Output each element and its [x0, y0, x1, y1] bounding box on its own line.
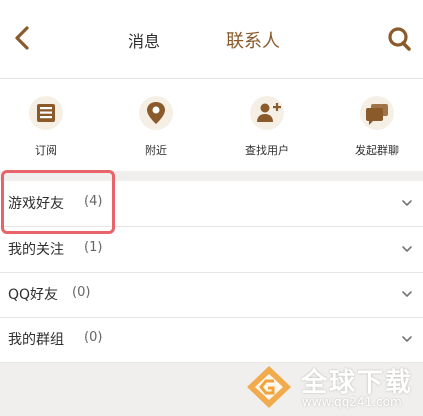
chevron-left-icon[interactable]	[10, 24, 34, 52]
tab-contacts[interactable]: 联系人	[226, 27, 280, 53]
group-chat-icon	[366, 104, 388, 125]
watermark: 全球下载 www.qq241.com	[244, 360, 423, 416]
quick-action-find-user[interactable]: 查找用户	[232, 79, 302, 171]
app-header: 消息 联系人	[0, 0, 423, 79]
group-row-game-friends[interactable]: 游戏好友 (4)	[0, 181, 423, 227]
group-count: (0)	[72, 285, 91, 300]
quick-action-label: 附近	[145, 144, 167, 157]
group-count: (0)	[84, 330, 103, 345]
search-icon[interactable]	[386, 24, 412, 52]
chevron-down-icon	[402, 291, 412, 297]
quick-action-nearby[interactable]: 附近	[121, 79, 191, 171]
group-name: 我的群组	[8, 332, 64, 348]
chevron-down-icon	[402, 336, 412, 342]
quick-actions-bar: 订阅 附近 查找用户 发起群聊	[0, 79, 423, 171]
group-count: (4)	[84, 194, 103, 209]
subscribe-icon	[37, 104, 55, 122]
watermark-logo-icon	[247, 366, 291, 408]
group-row-following[interactable]: 我的关注 (1)	[0, 227, 423, 273]
group-name: 游戏好友	[8, 196, 64, 212]
group-name: QQ好友	[8, 287, 59, 303]
contact-groups-list: 游戏好友 (4) 我的关注 (1) QQ好友 (0) 我的群组 (0)	[0, 181, 423, 363]
watermark-title: 全球下载	[301, 368, 414, 398]
quick-action-subscribe[interactable]: 订阅	[11, 79, 81, 171]
group-row-qq-friends[interactable]: QQ好友 (0)	[0, 272, 423, 318]
quick-action-label: 订阅	[35, 144, 57, 157]
quick-action-group-chat[interactable]: 发起群聊	[342, 79, 412, 171]
quick-action-label: 查找用户	[245, 144, 289, 157]
location-pin-icon	[147, 102, 165, 124]
quick-action-label: 发起群聊	[355, 144, 399, 157]
group-row-my-groups[interactable]: 我的群组 (0)	[0, 317, 423, 363]
add-user-icon	[257, 103, 281, 122]
watermark-url: www.qq241.com	[302, 395, 402, 409]
group-name: 我的关注	[8, 242, 64, 258]
group-count: (1)	[84, 240, 103, 255]
chevron-down-icon	[402, 200, 412, 206]
chevron-down-icon	[402, 246, 412, 252]
tab-messages[interactable]: 消息	[128, 28, 160, 52]
